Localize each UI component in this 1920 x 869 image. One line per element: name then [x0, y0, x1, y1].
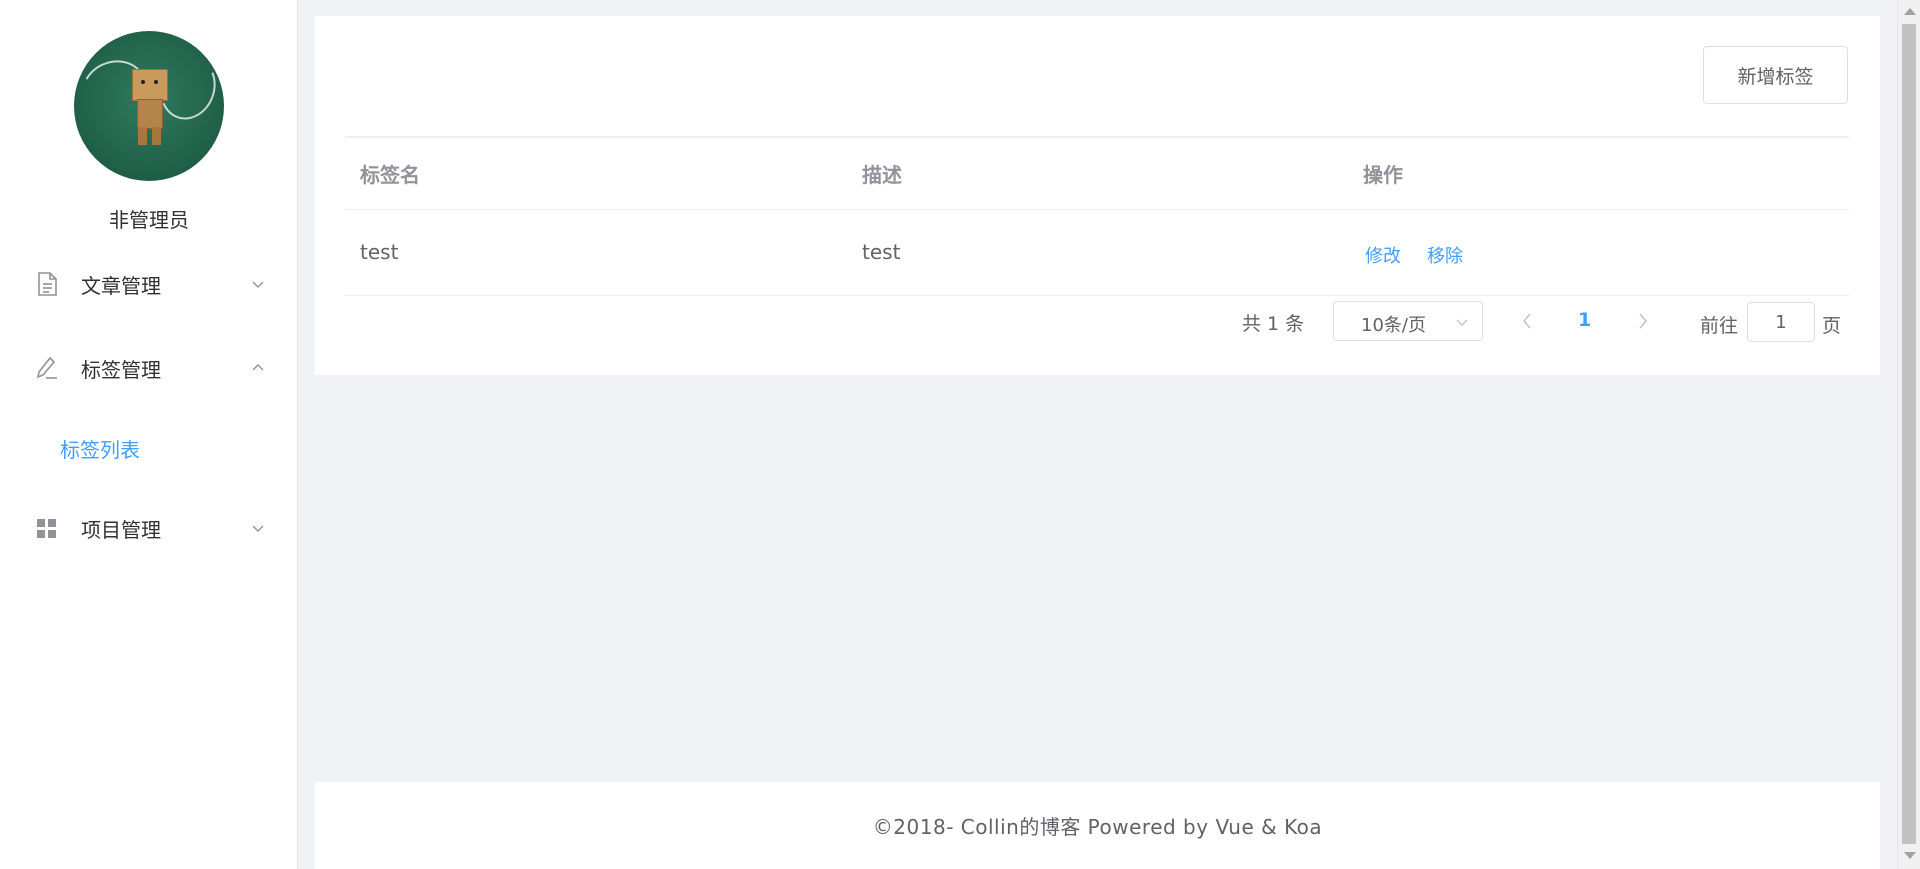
submenu-item-tag-list[interactable]: 标签列表 [0, 420, 297, 476]
chevron-down-icon [1456, 319, 1468, 326]
footer-text: ©2018- Collin的博客 Powered by Vue & Koa [872, 815, 1323, 839]
chevron-down-icon [252, 525, 264, 532]
cell-tag-name: test [360, 240, 399, 264]
column-header-name: 标签名 [360, 163, 420, 187]
column-header-actions: 操作 [1363, 163, 1403, 187]
menu-item-projects[interactable]: 项目管理 [0, 500, 297, 556]
next-page-icon[interactable] [1636, 312, 1650, 330]
goto-label: 前往 [1700, 315, 1739, 337]
pagination-total: 共 1 条 [1242, 313, 1305, 335]
add-tag-button[interactable]: 新增标签 [1703, 46, 1848, 104]
scroll-down-icon[interactable] [1904, 852, 1916, 859]
scrollbar-thumb[interactable] [1902, 24, 1916, 844]
prev-page-icon[interactable] [1520, 312, 1534, 330]
chevron-down-icon [252, 281, 264, 288]
table-header-divider [345, 209, 1849, 210]
sidebar: 非管理员 文章管理 标签管理 标签列表 项目管理 [0, 0, 298, 869]
document-icon [38, 272, 57, 296]
table-divider [345, 136, 1849, 138]
menu-item-tags[interactable]: 标签管理 [0, 340, 297, 396]
page-number-current[interactable]: 1 [1578, 309, 1591, 331]
chevron-up-icon [252, 364, 264, 371]
page-size-value: 10条/页 [1361, 315, 1426, 336]
menu-item-label: 标签管理 [81, 357, 161, 382]
cell-description: test [862, 240, 901, 264]
table-row-divider [345, 295, 1849, 296]
avatar [74, 31, 224, 181]
goto-page-input[interactable] [1747, 302, 1815, 342]
menu-item-label: 项目管理 [81, 517, 161, 542]
scroll-up-icon[interactable] [1904, 8, 1916, 15]
edit-link[interactable]: 修改 [1365, 242, 1401, 268]
edit-icon [36, 356, 57, 379]
goto-suffix: 页 [1822, 315, 1842, 337]
page-size-select[interactable]: 10条/页 [1333, 301, 1483, 341]
grid-icon [37, 519, 56, 538]
remove-link[interactable]: 移除 [1427, 242, 1463, 268]
menu-item-articles[interactable]: 文章管理 [0, 256, 297, 312]
menu-item-label: 文章管理 [81, 273, 161, 298]
submenu-item-label: 标签列表 [60, 437, 140, 462]
footer: ©2018- Collin的博客 Powered by Vue & Koa [315, 782, 1880, 869]
scrollbar[interactable] [1897, 0, 1920, 869]
username: 非管理员 [109, 208, 189, 232]
column-header-description: 描述 [862, 163, 902, 187]
